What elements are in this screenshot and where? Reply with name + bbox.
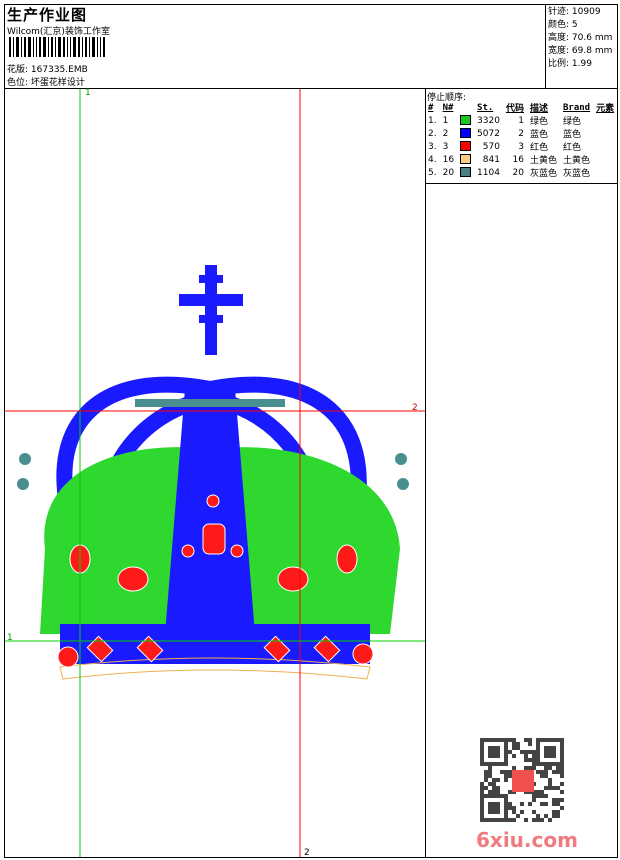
watermark-logo: 6xiu.com [476, 828, 578, 852]
color-swatch [460, 141, 472, 152]
design-file: 花版: 167335.EMB [7, 65, 88, 75]
color-row: 2. 2 5072 2 蓝色 蓝色 [428, 128, 581, 140]
guide-label-h2: 2 [412, 403, 418, 413]
guide-label-v1: 1 [85, 88, 91, 98]
color-row: 1. 1 3320 1 绿色 绿色 [428, 115, 581, 127]
color-position: 色位: 坏蛋花样设计 [7, 78, 85, 88]
color-swatch [460, 128, 472, 139]
design-preview [5, 89, 425, 857]
color-row: 4. 16 841 16 土黄色 土黄色 [428, 154, 590, 166]
stat-width: 宽度: 69.8 mm [548, 46, 613, 56]
stat-scale: 比例: 1.99 [548, 59, 592, 69]
page-title: 生产作业图 [7, 6, 88, 24]
color-sequence-table: # N# St. 代码 描述 Brand 元素 1. 1 3320 1 绿色 绿色 2. 2 5072 2… [425, 101, 617, 180]
divider [425, 88, 426, 858]
qr-code [480, 738, 564, 822]
color-swatch [460, 115, 472, 126]
studio-name: Wilcom(汇京)装饰工作室 [7, 27, 110, 37]
stats-panel: 针迹: 10909 颜色: 5 高度: 70.6 mm 宽度: 69.8 mm … [548, 6, 612, 71]
color-swatch [460, 154, 472, 165]
color-swatch [460, 167, 472, 178]
crown-center-band [165, 389, 255, 634]
guide-label-v2: 2 [304, 848, 310, 858]
barcode [9, 37, 129, 57]
color-row: 3. 3 570 3 红色 红色 [428, 141, 581, 153]
stat-height: 高度: 70.6 mm [548, 33, 613, 43]
stat-stitches: 针迹: 10909 [548, 7, 601, 17]
divider [425, 183, 618, 184]
guide-label-h1: 1 [7, 633, 13, 643]
color-row: 5. 20 1104 20 灰蓝色 灰蓝色 [428, 167, 590, 179]
crown-embroidery [17, 265, 409, 680]
stat-colors: 颜色: 5 [548, 20, 578, 30]
crown-cross [179, 265, 243, 355]
divider [545, 4, 546, 88]
